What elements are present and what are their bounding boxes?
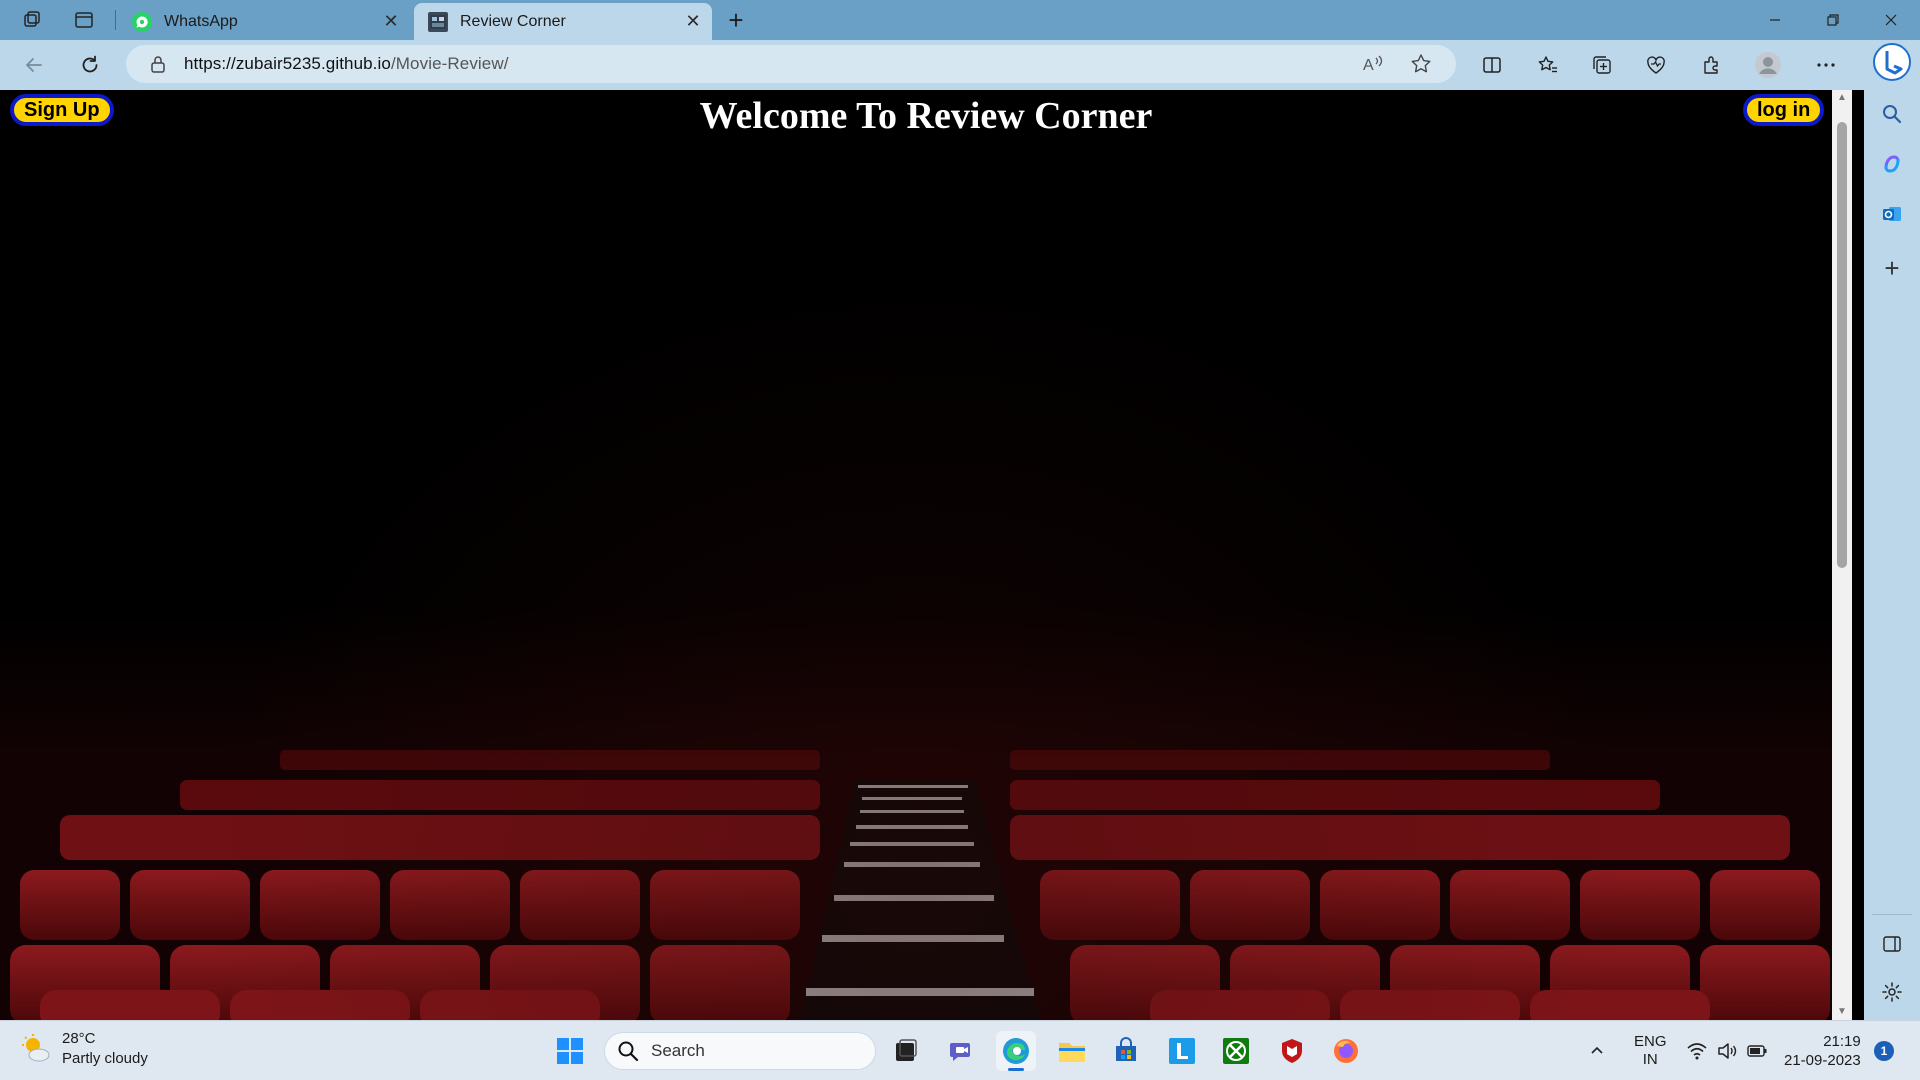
browser-toolbar: https://zubair5235.github.io/Movie-Revie… — [0, 40, 1920, 90]
scroll-down-icon[interactable]: ▼ — [1836, 1006, 1848, 1018]
workspaces-icon[interactable] — [18, 6, 46, 34]
page-viewport: Welcome To Review Corner Sign Up log in — [0, 90, 1832, 1020]
firefox-icon[interactable] — [1326, 1031, 1366, 1071]
copilot-icon[interactable] — [1874, 146, 1910, 182]
tab-actions-icon[interactable] — [70, 6, 98, 34]
tab-title: Review Corner — [460, 12, 566, 30]
region-code: IN — [1642, 1051, 1658, 1068]
weather-temperature: 28°C — [62, 1030, 96, 1047]
file-explorer-icon[interactable] — [1052, 1031, 1092, 1071]
read-aloud-icon[interactable]: A — [1362, 45, 1384, 83]
battery-icon[interactable] — [1746, 1021, 1768, 1080]
scrollbar-thumb[interactable] — [1837, 122, 1847, 568]
weather-description: Partly cloudy — [62, 1050, 148, 1067]
lock-icon[interactable] — [148, 55, 168, 73]
whatsapp-icon — [132, 11, 152, 32]
wifi-icon[interactable] — [1686, 1021, 1708, 1080]
task-view-icon[interactable] — [886, 1031, 926, 1071]
split-screen-icon[interactable] — [1476, 49, 1508, 81]
url-path: /Movie-Review/ — [390, 54, 509, 73]
clock-date: 21-09-2023 — [1784, 1052, 1861, 1069]
start-button[interactable] — [550, 1031, 590, 1071]
back-icon[interactable] — [18, 49, 50, 81]
close-window-icon[interactable] — [1862, 0, 1920, 40]
log-in-button[interactable]: log in — [1743, 94, 1825, 126]
windows-taskbar: 28°C Partly cloudy Search ENG IN 21:19 2… — [0, 1020, 1920, 1080]
notification-center[interactable]: 1 — [1874, 1021, 1894, 1080]
tab-separator — [115, 10, 116, 30]
favorites-icon[interactable] — [1532, 49, 1564, 81]
microsoft-store-icon[interactable] — [1106, 1031, 1146, 1071]
profile-avatar-icon[interactable] — [1752, 49, 1784, 81]
taskbar-search-box[interactable]: Search — [604, 1032, 876, 1070]
weather-widget[interactable]: 28°C Partly cloudy — [20, 1029, 148, 1069]
refresh-icon[interactable] — [74, 49, 106, 81]
l-app-icon[interactable] — [1162, 1031, 1202, 1071]
close-tab-icon[interactable]: ✕ — [680, 9, 706, 35]
extensions-icon[interactable] — [1696, 49, 1728, 81]
svg-text:A: A — [1363, 57, 1374, 74]
minimize-icon[interactable] — [1746, 0, 1804, 40]
favorite-star-icon[interactable] — [1410, 45, 1432, 83]
teams-chat-icon[interactable] — [942, 1031, 982, 1071]
sign-up-button[interactable]: Sign Up — [10, 94, 114, 126]
edge-browser-icon[interactable] — [996, 1031, 1036, 1071]
language-indicator[interactable]: ENG IN — [1634, 1021, 1667, 1080]
scroll-up-icon[interactable]: ▲ — [1836, 92, 1848, 104]
tab-title: WhatsApp — [164, 12, 238, 30]
bing-copilot-icon[interactable] — [1872, 42, 1912, 82]
url-text[interactable]: https://zubair5235.github.io/Movie-Revie… — [184, 54, 509, 74]
new-tab-button[interactable]: + — [720, 4, 752, 36]
windows-logo-icon — [557, 1038, 583, 1064]
review-corner-favicon-icon — [428, 11, 448, 32]
more-options-icon[interactable] — [1810, 49, 1842, 81]
mcafee-icon[interactable] — [1272, 1031, 1312, 1071]
edge-sidebar: + — [1864, 40, 1920, 1020]
notification-badge: 1 — [1874, 1041, 1894, 1061]
clock-time: 21:19 — [1823, 1033, 1861, 1050]
search-icon — [618, 1041, 639, 1062]
vertical-scrollbar[interactable]: ▲ ▼ — [1832, 90, 1852, 1020]
background-glow — [0, 90, 1832, 1020]
page-title: Welcome To Review Corner — [699, 95, 1153, 137]
xbox-icon[interactable] — [1216, 1031, 1256, 1071]
tab-review-corner[interactable]: Review Corner ✕ — [414, 3, 712, 40]
browser-essentials-icon[interactable] — [1640, 49, 1672, 81]
address-bar[interactable]: https://zubair5235.github.io/Movie-Revie… — [126, 45, 1456, 83]
show-hidden-icons[interactable] — [1588, 1021, 1606, 1080]
collections-icon[interactable] — [1586, 49, 1618, 81]
sidebar-settings-icon[interactable] — [1874, 974, 1910, 1010]
volume-icon[interactable] — [1716, 1021, 1738, 1080]
search-placeholder: Search — [651, 1041, 705, 1060]
hide-sidebar-icon[interactable] — [1874, 926, 1910, 962]
sidebar-search-icon[interactable] — [1874, 96, 1910, 132]
language-code: ENG — [1634, 1033, 1667, 1050]
restore-icon[interactable] — [1804, 0, 1862, 40]
close-tab-icon[interactable]: ✕ — [378, 9, 404, 35]
outlook-icon[interactable] — [1874, 196, 1910, 232]
tab-whatsapp[interactable]: WhatsApp ✕ — [118, 3, 410, 40]
tab-strip: WhatsApp ✕ Review Corner ✕ + — [0, 0, 1920, 40]
partly-cloudy-icon — [22, 1034, 50, 1062]
sidebar-divider — [1872, 914, 1912, 915]
window-controls — [1746, 0, 1920, 40]
clock[interactable]: 21:19 21-09-2023 — [1784, 1021, 1861, 1080]
add-sidebar-app-icon[interactable]: + — [1874, 250, 1910, 286]
url-host: https://zubair5235.github.io — [184, 54, 391, 73]
